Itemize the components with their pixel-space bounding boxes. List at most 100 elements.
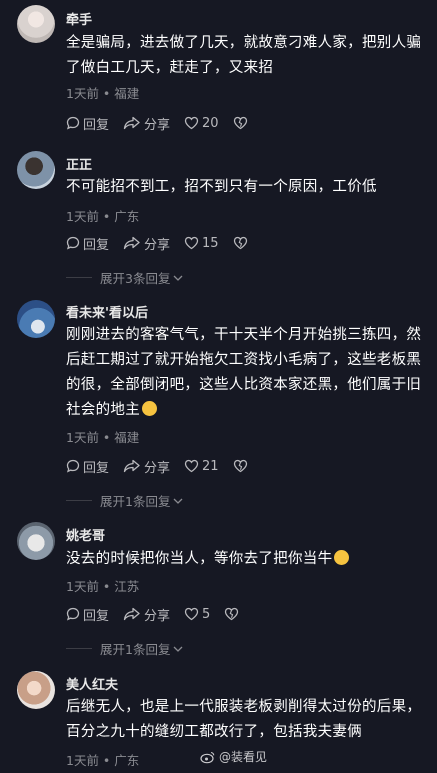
expand-replies-label: 展开1条回复 — [100, 494, 171, 509]
comment-username[interactable]: 姚老哥 — [66, 525, 105, 544]
comment-meta: 1天前 • 江苏 — [66, 576, 139, 595]
comment-location: 福建 — [114, 430, 140, 445]
comment-item: 姚老哥 没去的时候把你当人，等你去了把你当牛 1天前 • 江苏 回复 分享 5 … — [0, 515, 437, 665]
expand-replies-button[interactable]: 展开1条回复 — [66, 639, 184, 658]
comment-username[interactable]: 牵手 — [66, 9, 92, 28]
share-button[interactable]: 分享 — [123, 114, 170, 133]
dislike-button[interactable] — [233, 459, 251, 473]
meta-separator: • — [98, 753, 115, 768]
avatar[interactable] — [17, 151, 55, 189]
comment-actions: 回复 分享 20 — [66, 113, 265, 133]
comment-location: 广东 — [114, 753, 140, 768]
comment-meta: 1天前 • 广东 — [66, 206, 139, 225]
weibo-logo-icon — [200, 751, 215, 763]
share-icon — [123, 116, 140, 130]
chevron-down-icon — [173, 498, 183, 504]
like-button[interactable]: 5 — [184, 607, 210, 622]
comment-location: 广东 — [114, 209, 140, 224]
comment-text: 刚刚进去的客客气气，干十天半个月开始挑三拣四，然后赶工期过了就开始拖欠工资找小毛… — [66, 323, 424, 423]
reply-label: 回复 — [83, 608, 110, 624]
meta-separator: • — [98, 86, 115, 101]
divider — [66, 500, 92, 501]
like-button[interactable]: 20 — [184, 116, 219, 131]
avatar[interactable] — [17, 5, 55, 43]
comment-text: 没去的时候把你当人，等你去了把你当牛 — [66, 547, 424, 572]
comment-username[interactable]: 美人红夫 — [66, 674, 118, 693]
comment-meta: 1天前 • 福建 — [66, 427, 139, 446]
comment-location: 福建 — [114, 86, 140, 101]
comment-actions: 回复 分享 15 — [66, 233, 265, 253]
comment-item: 看未来'看以后 刚刚进去的客客气气，干十天半个月开始挑三拣四，然后赶工期过了就开… — [0, 290, 437, 515]
reply-button[interactable]: 回复 — [66, 234, 109, 253]
reply-icon — [66, 236, 80, 250]
comment-text-content: 刚刚进去的客客气气，干十天半个月开始挑三拣四，然后赶工期过了就开始拖欠工资找小毛… — [66, 327, 422, 418]
share-label: 分享 — [144, 237, 171, 253]
emoji-icon — [334, 550, 350, 565]
comment-time: 1天前 — [66, 86, 99, 101]
like-count: 5 — [202, 606, 211, 622]
reply-button[interactable]: 回复 — [66, 114, 109, 133]
like-button[interactable]: 15 — [184, 236, 219, 251]
expand-replies-label: 展开3条回复 — [100, 271, 171, 286]
reply-label: 回复 — [83, 117, 110, 133]
comment-meta: 1天前 • 广东 — [66, 750, 139, 769]
reply-icon — [66, 116, 80, 130]
watermark: @装看见 — [200, 748, 267, 765]
emoji-icon — [142, 401, 157, 416]
share-button[interactable]: 分享 — [123, 605, 170, 624]
like-count: 21 — [202, 458, 219, 474]
share-icon — [123, 236, 140, 250]
chevron-down-icon — [173, 646, 183, 652]
expand-replies-label: 展开1条回复 — [100, 642, 171, 657]
divider — [66, 648, 92, 649]
share-label: 分享 — [144, 608, 171, 624]
expand-replies-button[interactable]: 展开3条回复 — [66, 268, 184, 287]
comment-item: 正正 不可能招不到工，招不到只有一个原因，工价低 1天前 • 广东 回复 分享 … — [0, 140, 437, 290]
heart-icon — [184, 116, 199, 130]
comment-text: 不可能招不到工，招不到只有一个原因，工价低 — [66, 179, 377, 195]
comment-location: 江苏 — [114, 579, 140, 594]
like-button[interactable]: 21 — [184, 459, 219, 474]
share-label: 分享 — [144, 117, 171, 133]
broken-heart-icon — [225, 607, 239, 621]
comment-username[interactable]: 正正 — [66, 154, 92, 173]
like-count: 20 — [202, 115, 219, 131]
dislike-button[interactable] — [233, 116, 251, 130]
avatar[interactable] — [17, 300, 55, 338]
watermark-text: @装看见 — [218, 750, 267, 764]
comment-text: 后继无人，也是上一代服装老板剥削得太过份的后果，百分之九十的缝纫工都改行了，包括… — [66, 699, 422, 740]
comment-time: 1天前 — [66, 209, 99, 224]
like-count: 15 — [202, 235, 219, 251]
broken-heart-icon — [233, 236, 247, 250]
comment-time: 1天前 — [66, 430, 99, 445]
avatar[interactable] — [17, 671, 55, 709]
dislike-button[interactable] — [224, 607, 242, 621]
reply-icon — [66, 459, 80, 473]
divider — [66, 277, 92, 278]
share-button[interactable]: 分享 — [123, 234, 170, 253]
expand-replies-button[interactable]: 展开1条回复 — [66, 491, 184, 510]
reply-button[interactable]: 回复 — [66, 457, 109, 476]
avatar[interactable] — [17, 522, 55, 560]
comment-meta: 1天前 • 福建 — [66, 83, 139, 102]
reply-label: 回复 — [83, 237, 110, 253]
comment-item: 牵手 全是骗局，进去做了几天，就故意刁难人家，把别人骗了做白工几天，赶走了，又来… — [0, 0, 437, 140]
reply-button[interactable]: 回复 — [66, 605, 109, 624]
comment-text-content: 没去的时候把你当人，等你去了把你当牛 — [66, 551, 333, 567]
broken-heart-icon — [233, 459, 247, 473]
share-icon — [123, 607, 140, 621]
meta-separator: • — [98, 430, 115, 445]
comment-time: 1天前 — [66, 753, 99, 768]
dislike-button[interactable] — [233, 236, 251, 250]
chevron-down-icon — [173, 275, 183, 281]
comment-text: 全是骗局，进去做了几天，就故意刁难人家，把别人骗了做白工几天，赶走了，又来招 — [66, 35, 422, 76]
heart-icon — [184, 236, 199, 250]
share-icon — [123, 459, 140, 473]
share-button[interactable]: 分享 — [123, 457, 170, 476]
comment-time: 1天前 — [66, 579, 99, 594]
heart-icon — [184, 459, 199, 473]
broken-heart-icon — [233, 116, 247, 130]
meta-separator: • — [98, 209, 115, 224]
meta-separator: • — [98, 579, 115, 594]
comment-username[interactable]: 看未来'看以后 — [66, 302, 148, 321]
